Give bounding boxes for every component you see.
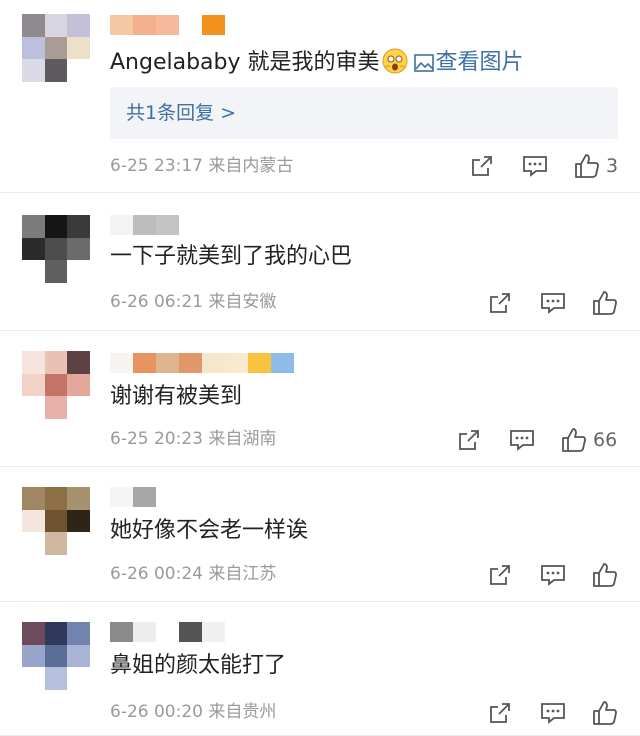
like-icon [562,428,586,452]
like-button[interactable]: 66 [561,427,617,453]
comment-location: 来自江苏 [208,564,277,584]
comment-icon [541,565,565,586]
comment-text-content: 鼻姐的颜太能打了 [110,653,287,678]
comment-text: 她好像不会老一样诶 [110,517,308,545]
comment-location: 来自贵州 [208,702,277,722]
like-button[interactable] [592,290,624,316]
like-icon [593,701,617,725]
comment-item: 她好像不会老一样诶 6-26 00:24 来自江苏 [0,467,640,602]
avatar[interactable] [22,487,90,555]
share-button[interactable] [488,562,512,588]
share-icon [490,293,510,313]
avatar[interactable] [22,14,90,82]
username[interactable] [110,622,230,644]
comment-icon [541,293,565,314]
comment-time: 6-26 00:20 [110,702,203,722]
share-button[interactable] [457,427,481,453]
username[interactable] [110,215,210,237]
username[interactable] [110,487,180,509]
comment-location: 来自安徽 [208,292,277,312]
comment-location: 来自湖南 [208,429,277,449]
comment-time: 6-26 00:24 [110,564,203,584]
comment-text: 一下子就美到了我的心巴 [110,243,352,271]
emoji-icon [382,48,408,74]
comment-location: 来自内蒙古 [208,156,294,176]
share-icon [490,565,510,585]
share-button[interactable] [488,700,512,726]
comment-text-content: 一下子就美到了我的心巴 [110,244,353,269]
comment-meta: 6-26 06:21 来自安徽 [110,291,276,313]
comment-text: Angelababy 就是我的审美 查看图片 [110,48,524,77]
picture-icon [413,54,434,72]
comment-button[interactable] [509,427,535,453]
like-button[interactable] [592,700,624,726]
comment-button[interactable] [540,290,566,316]
like-button[interactable]: 3 [574,153,618,179]
comment-icon [541,703,565,724]
avatar[interactable] [22,622,90,690]
comment-item: Angelababy 就是我的审美 查看图片 共1条回复 > 6-25 23:17… [0,0,640,193]
comment-meta: 6-25 20:23 来自湖南 [110,428,276,450]
share-icon [472,156,492,176]
comment-item: 一下子就美到了我的心巴 6-26 06:21 来自安徽 [0,193,640,331]
comment-meta: 6-25 23:17 来自内蒙古 [110,155,293,177]
like-count: 3 [606,155,619,177]
share-button[interactable] [470,153,494,179]
comment-text: 谢谢有被美到 [110,383,242,411]
comment-text: 鼻姐的颜太能打了 [110,652,286,680]
like-count: 66 [593,429,618,451]
comment-button[interactable] [522,153,548,179]
avatar[interactable] [22,215,90,283]
comment-item: 谢谢有被美到 6-25 20:23 来自湖南 66 [0,331,640,467]
comment-time: 6-26 06:21 [110,292,203,312]
comment-meta: 6-26 00:20 来自贵州 [110,701,276,723]
comment-button[interactable] [540,700,566,726]
avatar[interactable] [22,351,90,419]
like-icon [593,563,617,587]
comment-meta: 6-26 00:24 来自江苏 [110,563,276,585]
comment-time: 6-25 20:23 [110,429,203,449]
reply-summary-label: 共1条回复 > [126,102,237,124]
share-button[interactable] [488,290,512,316]
comment-time: 6-25 23:17 [110,156,203,176]
comment-text-content: Angelababy 就是我的审美 [110,50,380,75]
comment-item: 鼻姐的颜太能打了 6-26 00:20 来自贵州 [0,602,640,736]
comment-text-content: 谢谢有被美到 [110,384,243,409]
share-icon [459,430,479,450]
comment-button[interactable] [540,562,566,588]
share-icon [490,703,510,723]
comment-text-content: 她好像不会老一样诶 [110,518,309,543]
like-icon [593,291,617,315]
like-button[interactable] [592,562,624,588]
like-icon [575,154,599,178]
username[interactable] [110,15,230,37]
comment-icon [523,156,547,177]
reply-summary[interactable]: 共1条回复 > [110,87,618,139]
view-image-link[interactable]: 查看图片 [413,50,524,75]
comment-icon [510,430,534,451]
username[interactable] [110,353,294,375]
